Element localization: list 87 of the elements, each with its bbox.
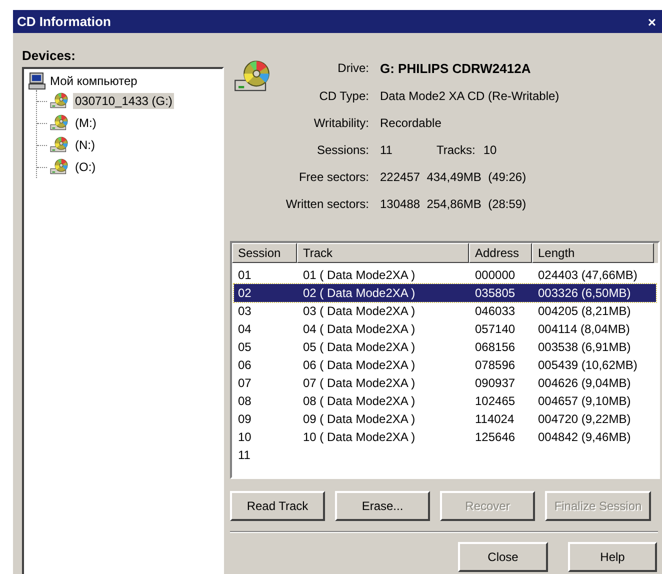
- track-row[interactable]: 02 02 ( Data Mode2XA ) 035805 003326 (6,50MB): [234, 284, 656, 302]
- table-cell-text: 004114 (8,04MB): [537, 322, 631, 336]
- table-cell-text: 125646: [474, 430, 516, 444]
- table-cell-text: 004842 (9,46MB): [537, 430, 632, 444]
- info-value: 222457 434,49MB (49:26): [380, 170, 526, 184]
- track-row[interactable]: 04 04 ( Data Mode2XA ) 057140 004114 (8,04MB): [234, 320, 656, 338]
- table-cell-text: 10 ( Data Mode2XA ): [302, 430, 416, 444]
- tree-item[interactable]: (N:): [73, 137, 97, 153]
- table-cell-text: 06 ( Data Mode2XA ): [302, 358, 416, 372]
- column-header[interactable]: Session: [232, 243, 297, 263]
- table-cell-text: 05: [237, 340, 252, 354]
- info-value: Recordable: [380, 116, 442, 130]
- table-cell-text: 11: [237, 448, 252, 462]
- cd-drive-icon: [50, 158, 68, 176]
- dialog-button[interactable]: Close: [458, 542, 548, 572]
- track-row[interactable]: 01 01 ( Data Mode2XA ) 000000 024403 (47,66MB): [234, 266, 656, 284]
- table-cell-text: 005439 (10,62MB): [537, 358, 638, 372]
- table-cell-text: 03 ( Data Mode2XA ): [302, 304, 416, 318]
- tree-item[interactable]: 030710_1433 (G:): [73, 93, 174, 109]
- track-row[interactable]: 11: [234, 446, 656, 464]
- table-cell-text: 024403 (47,66MB): [537, 268, 638, 282]
- table-cell-text: 057140: [474, 322, 516, 336]
- info-label: Written sectors:: [284, 197, 369, 211]
- table-cell-text: 06: [237, 358, 252, 372]
- table-cell-text: 01: [237, 268, 252, 282]
- info-value: 11: [380, 143, 392, 157]
- table-cell-text: 07 ( Data Mode2XA ): [302, 376, 416, 390]
- table-cell-text: 114024: [474, 412, 516, 426]
- info-label: CD Type:: [318, 89, 369, 103]
- info-label: Tracks:: [436, 143, 476, 157]
- table-cell-text: 02: [237, 286, 252, 300]
- column-header[interactable]: Address: [469, 243, 532, 263]
- cd-drive-icon: [50, 92, 68, 110]
- table-cell-text: 068156: [474, 340, 516, 354]
- table-cell-text: 035805: [474, 286, 516, 300]
- info-value: Data Mode2 XA CD (Re-Writable): [380, 89, 560, 103]
- devices-label: Devices:: [22, 48, 76, 63]
- info-value: 130488 254,86MB (28:59): [380, 197, 526, 211]
- action-button[interactable]: Read Track: [230, 491, 325, 521]
- track-row[interactable]: 03 03 ( Data Mode2XA ) 046033 004205 (8,21MB): [234, 302, 656, 320]
- table-cell-text: 046033: [474, 304, 516, 318]
- table-cell-text: 04 ( Data Mode2XA ): [302, 322, 416, 336]
- info-label: Writability:: [312, 116, 369, 130]
- track-row[interactable]: 05 05 ( Data Mode2XA ) 068156 003538 (6,91MB): [234, 338, 656, 356]
- table-cell-text: 08: [237, 394, 252, 408]
- computer-icon: [28, 72, 46, 90]
- tree-item[interactable]: Мой компьютер: [50, 74, 138, 88]
- table-cell-text: 090937: [474, 376, 516, 390]
- dialog-button[interactable]: Help: [568, 542, 657, 572]
- table-cell-text: 01 ( Data Mode2XA ): [302, 268, 416, 282]
- table-cell-text: 004626 (9,04MB): [537, 376, 632, 390]
- table-cell-text: 09: [237, 412, 252, 426]
- column-header[interactable]: Track: [297, 243, 469, 263]
- table-cell-text: 004205 (8,21MB): [537, 304, 632, 318]
- window-title: CD Information: [17, 14, 111, 29]
- cd-drive-icon: [50, 136, 68, 154]
- table-cell-text: 004657 (9,10MB): [537, 394, 632, 408]
- table-cell-text: 10: [237, 430, 252, 444]
- table-cell-text: 000000: [474, 268, 516, 282]
- table-cell-text: 07: [237, 376, 252, 390]
- table-cell-text: 09 ( Data Mode2XA ): [302, 412, 416, 426]
- close-button[interactable]: ×: [648, 14, 656, 30]
- action-button[interactable]: Erase...: [335, 491, 430, 521]
- table-cell-text: 102465: [474, 394, 516, 408]
- info-label: Sessions:: [316, 143, 369, 157]
- cd-drive-icon: [50, 114, 68, 132]
- table-cell-text: 02 ( Data Mode2XA ): [302, 286, 416, 300]
- table-cell-text: 003326 (6,50MB): [537, 286, 632, 300]
- tree-item[interactable]: (M:): [73, 115, 98, 131]
- table-cell-text: 004720 (9,22MB): [537, 412, 632, 426]
- column-header[interactable]: Length: [532, 243, 654, 263]
- track-row[interactable]: 07 07 ( Data Mode2XA ) 090937 004626 (9,04MB): [234, 374, 656, 392]
- track-row[interactable]: 09 09 ( Data Mode2XA ) 114024 004720 (9,22MB): [234, 410, 656, 428]
- info-label: Free sectors:: [298, 170, 369, 184]
- track-row[interactable]: 06 06 ( Data Mode2XA ) 078596 005439 (10,62MB): [234, 356, 656, 374]
- table-cell-text: 03: [237, 304, 252, 318]
- info-value: 10: [483, 143, 497, 157]
- table-cell-text: 04: [237, 322, 252, 336]
- track-row[interactable]: 10 10 ( Data Mode2XA ) 125646 004842 (9,46MB): [234, 428, 656, 446]
- info-value: G: PHILIPS CDRW2412A: [380, 61, 531, 76]
- table-cell-text: 003538 (6,91MB): [537, 340, 632, 354]
- info-label: Drive:: [336, 61, 369, 76]
- track-row[interactable]: 08 08 ( Data Mode2XA ) 102465 004657 (9,10MB): [234, 392, 656, 410]
- tree-item[interactable]: (O:): [73, 159, 98, 175]
- table-cell-text: 08 ( Data Mode2XA ): [302, 394, 416, 408]
- table-cell-text: 05 ( Data Mode2XA ): [302, 340, 416, 354]
- table-cell-text: 078596: [474, 358, 516, 372]
